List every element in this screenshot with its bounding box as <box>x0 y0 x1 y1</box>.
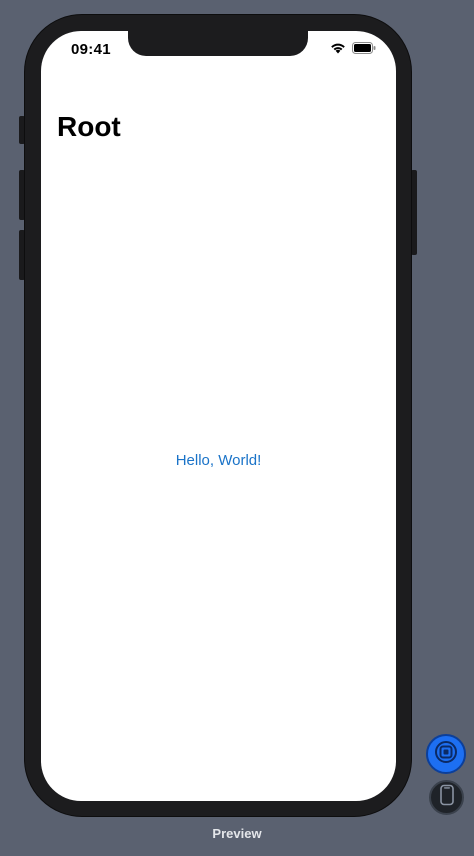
status-time: 09:41 <box>71 41 111 58</box>
hello-world-link[interactable]: Hello, World! <box>41 452 396 469</box>
battery-icon <box>352 42 376 54</box>
navigation-title: Root <box>57 111 121 142</box>
preview-label: Preview <box>212 826 262 841</box>
notch <box>128 31 308 56</box>
live-preview-icon <box>434 740 458 769</box>
wifi-icon <box>330 42 346 54</box>
live-preview-button[interactable] <box>426 734 466 774</box>
device-screen: 09:41 Root Hello, World! <box>41 31 396 801</box>
device-settings-button[interactable] <box>429 780 464 815</box>
preview-canvas: 09:41 Root Hello, World! Preview <box>0 0 474 856</box>
device-icon <box>439 784 455 811</box>
status-icons <box>330 42 376 54</box>
